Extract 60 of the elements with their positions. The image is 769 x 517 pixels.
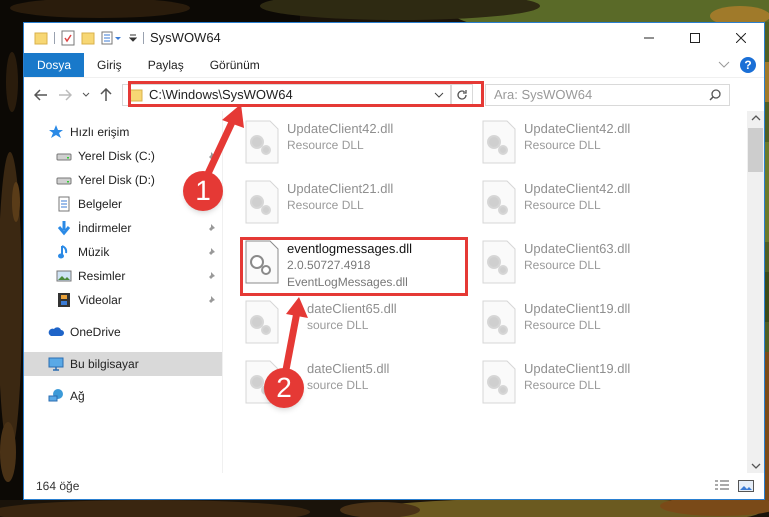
view-icon[interactable]	[101, 31, 123, 45]
sidebar-item[interactable]: OneDrive	[24, 320, 127, 344]
scroll-thumb[interactable]	[748, 128, 763, 172]
maximize-icon	[690, 33, 700, 43]
star-icon	[48, 124, 64, 140]
file-detail: Resource DLL	[287, 197, 364, 214]
address-field[interactable]: C:\Windows\SysWOW64	[122, 84, 451, 106]
address-path: C:\Windows\SysWOW64	[149, 86, 293, 104]
sidebar-item[interactable]: Belgeler	[24, 192, 128, 216]
close-icon	[736, 33, 746, 43]
scroll-up-icon[interactable]	[750, 115, 760, 121]
file-detail: Resource DLL	[524, 317, 601, 334]
sidebar-item[interactable]: Ağ	[24, 384, 91, 408]
sidebar-item[interactable]: Videolar	[24, 288, 222, 312]
file-detail: source DLL	[307, 317, 368, 334]
file-detail: Resource DLL	[287, 137, 364, 154]
window-title: SysWOW64	[150, 29, 221, 48]
refresh-button[interactable]	[451, 84, 473, 106]
scroll-down-icon[interactable]	[750, 463, 760, 469]
up-icon[interactable]	[100, 88, 112, 102]
large-icons-view-icon[interactable]	[738, 480, 754, 492]
ribbon-tab[interactable]: Dosya	[24, 53, 84, 77]
scrollbar[interactable]	[747, 111, 764, 473]
picture-icon	[56, 268, 72, 284]
sidebar-item[interactable]: Hızlı erişim	[24, 120, 136, 144]
caret-icon[interactable]	[82, 92, 90, 98]
search-placeholder: Ara: SysWOW64	[494, 86, 592, 104]
file-detail: Resource DLL	[524, 257, 601, 274]
properties-icon[interactable]	[61, 30, 75, 46]
sidebar-item[interactable]: Yerel Disk (C:)	[24, 144, 222, 168]
details-view-icon[interactable]	[714, 480, 730, 492]
file-detail: Resource DLL	[524, 377, 601, 394]
back-icon[interactable]	[34, 88, 48, 100]
search-icon[interactable]	[709, 88, 721, 100]
sidebar-item[interactable]: Yerel Disk (D:)	[24, 168, 161, 192]
sidebar-item[interactable]: Resimler	[24, 264, 222, 288]
monitor-icon	[48, 356, 64, 372]
item-count: 164 öğe	[36, 478, 80, 495]
ribbon-tab[interactable]: Paylaş	[134, 53, 197, 77]
file-detail: 2.0.50727.4918	[287, 257, 370, 274]
film-icon	[56, 292, 72, 308]
help-button[interactable]: ?	[740, 57, 756, 73]
sidebar-item[interactable]: İndirmeler	[24, 216, 222, 240]
file-detail: Resource DLL	[524, 197, 601, 214]
ribbon-tab[interactable]: Giriş	[84, 53, 135, 77]
file-detail: EventLogMessages.dll	[287, 274, 408, 291]
folder-icon	[129, 88, 143, 102]
network-icon	[48, 388, 64, 404]
refresh-icon	[456, 88, 468, 100]
dropdown-icon[interactable]	[434, 92, 444, 98]
file-detail: source DLL	[307, 377, 368, 394]
file-name[interactable]: eventlogmessages.dll	[287, 240, 412, 257]
sidebar-item[interactable]: Müzik	[24, 240, 222, 264]
sidebar-item[interactable]: Bu bilgisayar	[24, 352, 222, 376]
ribbon-tab[interactable]: Görünüm	[196, 53, 273, 77]
document-icon	[56, 196, 72, 212]
file-detail: Resource DLL	[524, 137, 601, 154]
caret-icon[interactable]	[129, 33, 137, 43]
download-icon	[56, 220, 72, 236]
chevron-down-icon[interactable]	[718, 61, 730, 69]
